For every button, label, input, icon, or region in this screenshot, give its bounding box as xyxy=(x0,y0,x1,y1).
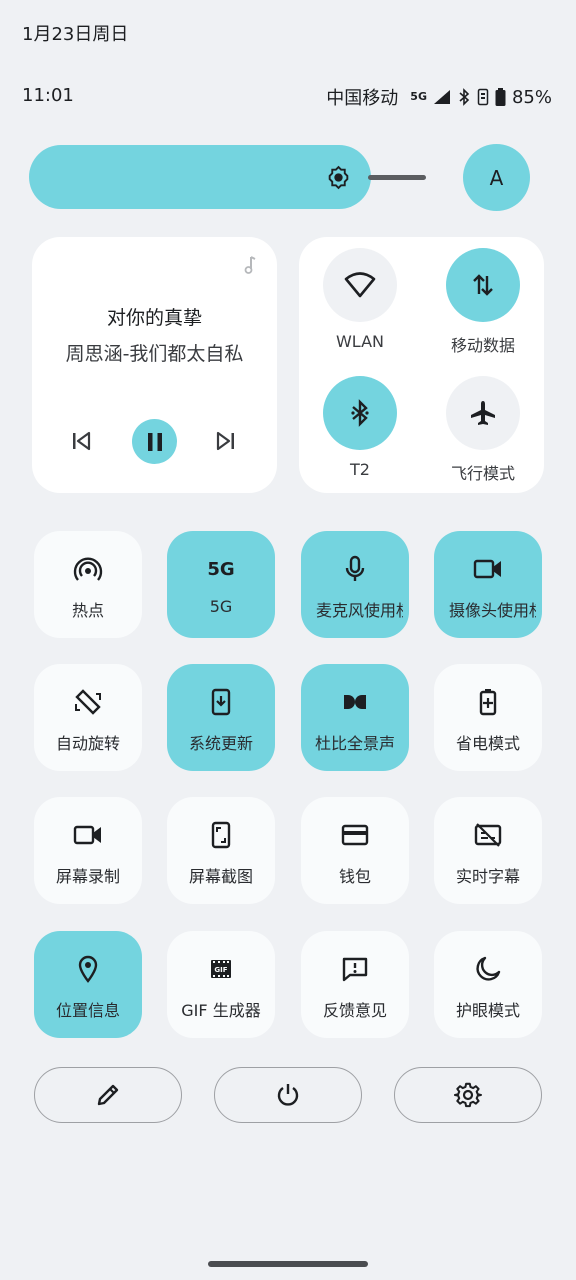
camera-icon xyxy=(473,559,501,579)
auto-rotate-icon xyxy=(75,689,101,715)
tile-battery-saver[interactable]: 省电模式 xyxy=(434,664,542,771)
vibrate-icon xyxy=(477,88,489,106)
song-title: 对你的真挚 xyxy=(106,307,202,329)
auto-brightness-button[interactable]: A xyxy=(463,144,530,211)
system-update-icon xyxy=(211,688,231,716)
screen-record-icon xyxy=(73,825,101,845)
location-icon xyxy=(78,955,98,983)
previous-track-icon[interactable] xyxy=(70,430,92,452)
bluetooth-status-icon xyxy=(459,88,470,106)
tile-label: 实时字幕 xyxy=(455,867,520,886)
5g-icon: 5G xyxy=(207,558,235,580)
tile-live-caption[interactable]: 实时字幕 xyxy=(434,797,542,904)
brightness-track[interactable] xyxy=(368,175,426,180)
tile-5g[interactable]: 5G 5G xyxy=(167,531,275,638)
screenshot-icon xyxy=(211,821,231,849)
next-track-icon[interactable] xyxy=(215,430,237,452)
hotspot-icon xyxy=(73,557,103,581)
edit-icon xyxy=(97,1084,119,1106)
bluetooth-label: T2 xyxy=(350,460,370,479)
tile-label: 省电模式 xyxy=(455,734,520,753)
gesture-handle[interactable] xyxy=(208,1261,368,1267)
tile-dolby[interactable]: 杜比全景声 xyxy=(301,664,409,771)
date-label: 1月23日周日 xyxy=(22,24,129,45)
tile-label: 5G xyxy=(209,597,233,616)
wallet-icon xyxy=(341,824,369,846)
song-artist: 周思涵-我们都太自私 xyxy=(65,343,244,365)
airplane-label: 飞行模式 xyxy=(450,464,515,483)
wlan-toggle[interactable]: WLAN xyxy=(300,248,420,351)
tile-label: 系统更新 xyxy=(188,734,253,753)
tile-hotspot[interactable]: 热点 xyxy=(34,531,142,638)
carrier-label: 中国移动 xyxy=(326,88,399,109)
battery-icon xyxy=(495,88,506,106)
brightness-slider[interactable] xyxy=(29,145,371,209)
pause-button[interactable] xyxy=(132,419,177,464)
tile-label: 屏幕截图 xyxy=(188,867,253,886)
signal-icon xyxy=(433,90,450,104)
clock: 11:01 xyxy=(22,85,74,106)
airplane-icon xyxy=(471,401,495,425)
tile-camera[interactable]: 摄像头使用权 xyxy=(434,531,542,638)
connectivity-card: WLAN 移动数据 T2 飞行模式 xyxy=(299,237,544,493)
svg-text:GIF: GIF xyxy=(214,966,227,974)
network-type-icon: 5G xyxy=(410,90,427,103)
dolby-icon xyxy=(344,695,366,709)
airplane-toggle[interactable]: 飞行模式 xyxy=(423,376,543,484)
tile-location[interactable]: 位置信息 xyxy=(34,931,142,1038)
gif-icon: GIF xyxy=(211,960,231,978)
tile-label: 护眼模式 xyxy=(455,1001,520,1020)
tile-label: 自动旋转 xyxy=(55,734,120,753)
power-button[interactable] xyxy=(214,1067,362,1123)
tile-label: 麦克风使用权 xyxy=(316,601,403,620)
tile-label: 屏幕录制 xyxy=(55,867,120,886)
bluetooth-toggle[interactable]: T2 xyxy=(300,376,420,479)
mobile-data-label: 移动数据 xyxy=(450,336,515,355)
mobile-data-toggle[interactable]: 移动数据 xyxy=(423,248,543,356)
status-bar: 中国移动 5G 85% xyxy=(326,84,552,110)
microphone-icon xyxy=(345,555,365,581)
tile-label: 杜比全景声 xyxy=(314,734,395,753)
music-note-icon xyxy=(244,256,256,274)
tile-label: 钱包 xyxy=(338,867,371,886)
tile-eye-comfort[interactable]: 护眼模式 xyxy=(434,931,542,1038)
mobile-data-toggle-circle[interactable] xyxy=(446,248,520,322)
tile-label: 摄像头使用权 xyxy=(449,601,536,620)
power-icon xyxy=(277,1084,299,1106)
tile-feedback[interactable]: 反馈意见 xyxy=(301,931,409,1038)
wlan-toggle-circle[interactable] xyxy=(323,248,397,322)
tile-label: 反馈意见 xyxy=(322,1001,387,1020)
tile-system-update[interactable]: 系统更新 xyxy=(167,664,275,771)
media-player-card[interactable]: 对你的真挚 周思涵-我们都太自私 xyxy=(32,237,277,493)
tile-wallet[interactable]: 钱包 xyxy=(301,797,409,904)
tile-screenshot[interactable]: 屏幕截图 xyxy=(167,797,275,904)
tile-label: 热点 xyxy=(71,601,104,620)
tile-label: 位置信息 xyxy=(55,1001,120,1020)
live-caption-icon xyxy=(474,823,502,847)
battery-saver-icon xyxy=(479,689,497,716)
wlan-label: WLAN xyxy=(335,332,384,351)
feedback-icon xyxy=(342,957,368,982)
pause-icon xyxy=(147,432,162,451)
tile-microphone[interactable]: 麦克风使用权 xyxy=(301,531,409,638)
bluetooth-toggle-circle[interactable] xyxy=(323,376,397,450)
settings-button[interactable] xyxy=(394,1067,542,1123)
tile-screen-record[interactable]: 屏幕录制 xyxy=(34,797,142,904)
settings-icon xyxy=(454,1082,482,1108)
mobile-data-icon xyxy=(473,274,493,296)
wifi-icon xyxy=(344,272,376,298)
moon-icon xyxy=(476,956,501,981)
battery-percentage: 85% xyxy=(511,86,552,108)
airplane-toggle-circle[interactable] xyxy=(446,376,520,450)
tile-auto-rotate[interactable]: 自动旋转 xyxy=(34,664,142,771)
tile-gif[interactable]: GIF GIF 生成器 xyxy=(167,931,275,1038)
brightness-icon xyxy=(328,165,349,190)
bluetooth-icon xyxy=(351,399,369,427)
tile-label: GIF 生成器 xyxy=(181,1001,261,1020)
edit-button[interactable] xyxy=(34,1067,182,1123)
